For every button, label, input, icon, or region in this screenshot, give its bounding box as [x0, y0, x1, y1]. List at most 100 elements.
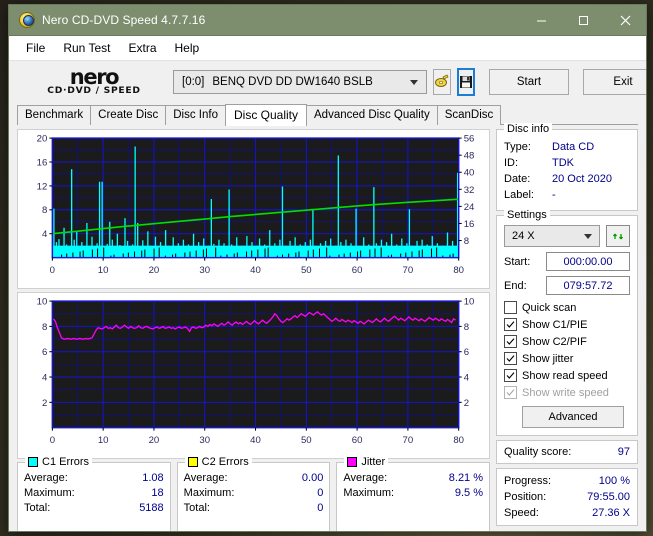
svg-text:4: 4: [42, 229, 48, 240]
c1-total-label: Total:: [24, 502, 51, 514]
svg-text:4: 4: [42, 372, 48, 383]
checkbox-label: Quick scan: [522, 301, 577, 314]
title-bar: Nero CD-DVD Speed 4.7.7.16: [9, 5, 646, 36]
disc-quality-panel: 4 8 12 16 20 8 16 24 32 40 48 56 0 10 20 30 40 50 60 70 80 2…: [9, 123, 646, 531]
c1-maximum-value: 18: [151, 487, 164, 499]
svg-text:4: 4: [464, 372, 470, 383]
c1-average-value: 1.08: [142, 472, 164, 484]
svg-text:0: 0: [50, 265, 55, 276]
svg-text:60: 60: [352, 265, 363, 276]
checkbox-show-c2-pif[interactable]: Show C2/PIF: [504, 333, 630, 350]
svg-text:12: 12: [37, 181, 48, 192]
c2-total-row: Total: 0: [184, 501, 324, 516]
disc-label-value: -: [552, 189, 556, 201]
svg-text:8: 8: [42, 322, 47, 333]
c1-maximum-row: Maximum: 18: [24, 486, 164, 501]
svg-text:24: 24: [464, 202, 475, 213]
statistics-row: C1 Errors Average: 1.08 Maximum: 18 Tota…: [17, 456, 491, 531]
chevron-down-icon: [410, 79, 418, 85]
checkbox-quick-scan[interactable]: Quick scan: [504, 299, 630, 316]
svg-text:60: 60: [352, 435, 363, 446]
checkbox-label: Show C1/PIE: [522, 318, 588, 331]
refresh-icon[interactable]: [606, 225, 630, 247]
svg-text:80: 80: [453, 265, 464, 276]
end-input[interactable]: 079:57.72: [546, 276, 630, 295]
c2-total-value: 0: [317, 502, 324, 514]
start-label: Start:: [504, 255, 531, 268]
quality-score-value: 97: [617, 446, 630, 458]
svg-text:50: 50: [301, 265, 312, 276]
c1-errors-label: C1 Errors: [42, 456, 90, 468]
checkbox-show-c1-pie[interactable]: Show C1/PIE: [504, 316, 630, 333]
c1-average-label: Average:: [24, 472, 68, 484]
menu-item-extra[interactable]: Extra: [119, 38, 165, 58]
jitter-label: Jitter: [361, 456, 386, 468]
svg-text:40: 40: [464, 168, 475, 179]
eject-disc-icon[interactable]: [433, 69, 451, 95]
svg-text:16: 16: [464, 219, 475, 230]
svg-text:70: 70: [403, 435, 414, 446]
drive-name: BENQ DVD DD DW1640 BSLB: [212, 76, 373, 88]
tab-create-disc[interactable]: Create Disc: [90, 105, 167, 125]
speed-value: 27.36 X: [592, 507, 630, 519]
exit-button[interactable]: Exit: [583, 69, 646, 95]
c2-errors-label: C2 Errors: [201, 456, 249, 468]
disc-id-row: ID: TDK: [504, 155, 630, 171]
c1-maximum-label: Maximum:: [24, 487, 75, 499]
checkbox-show-read-speed[interactable]: Show read speed: [504, 367, 630, 384]
position-label: Position:: [504, 491, 547, 503]
chevron-down-icon: [584, 233, 592, 239]
save-floppy-icon[interactable]: [457, 68, 475, 96]
svg-text:10: 10: [98, 265, 109, 276]
jitter-chart: 2 4 6 8 10 2 4 6 8 10 0 10 20 30 40 50 60 70 80: [17, 292, 490, 459]
c1-average-row: Average: 1.08: [24, 471, 164, 486]
tab-disc-quality[interactable]: Disc Quality: [225, 104, 308, 126]
start-button[interactable]: Start: [489, 69, 569, 95]
position-row: Position: 79:55.00: [502, 489, 632, 505]
c1-total-value: 5188: [139, 502, 164, 514]
minimize-icon[interactable]: [520, 6, 562, 35]
svg-text:80: 80: [453, 435, 464, 446]
tab-scandisc[interactable]: ScanDisc: [436, 105, 502, 125]
disc-label-label: Label:: [504, 189, 534, 201]
close-icon[interactable]: [604, 6, 646, 35]
start-input[interactable]: 000:00.00: [546, 252, 630, 271]
svg-text:40: 40: [250, 435, 261, 446]
menu-item-run-test[interactable]: Run Test: [54, 38, 119, 58]
svg-text:56: 56: [464, 134, 475, 145]
speed-select[interactable]: 24 X: [504, 225, 600, 247]
svg-text:48: 48: [464, 151, 475, 162]
drive-select[interactable]: [0:0] BENQ DVD DD DW1640 BSLB: [173, 70, 427, 94]
speed-row: Speed: 27.36 X: [502, 505, 632, 521]
checkbox-show-write-speed: Show write speed: [504, 384, 630, 401]
logo-subtitle: CD·DVD ∕ SPEED: [47, 85, 141, 96]
svg-text:8: 8: [464, 236, 469, 247]
tab-disc-info[interactable]: Disc Info: [165, 105, 226, 125]
checkbox-label: Show read speed: [522, 369, 608, 382]
tab-benchmark[interactable]: Benchmark: [17, 105, 92, 125]
c2-average-row: Average: 0.00: [184, 471, 324, 486]
disc-type-value: Data CD: [552, 141, 595, 153]
svg-text:0: 0: [50, 435, 55, 446]
position-value: 79:55.00: [587, 491, 630, 503]
c1-color-swatch: [28, 457, 38, 467]
quality-score-panel: Quality score: 97: [496, 440, 638, 464]
advanced-button[interactable]: Advanced: [522, 406, 624, 428]
jitter-legend: Jitter: [344, 456, 389, 468]
svg-text:8: 8: [464, 322, 469, 333]
svg-text:8: 8: [42, 205, 47, 216]
menu-item-file[interactable]: File: [17, 38, 54, 58]
svg-text:20: 20: [149, 265, 160, 276]
jitter-maximum-label: Maximum:: [343, 487, 395, 499]
c2-errors-stats: C2 Errors Average: 0.00 Maximum: 0 Total…: [176, 456, 331, 531]
menu-item-help[interactable]: Help: [166, 38, 209, 58]
progress-panel: Progress: 100 % Position: 79:55.00 Speed…: [496, 468, 638, 526]
maximize-icon[interactable]: [562, 6, 604, 35]
c2-average-value: 0.00: [301, 472, 324, 484]
tab-advanced-disc-quality[interactable]: Advanced Disc Quality: [306, 105, 438, 125]
disc-icon: [19, 12, 35, 28]
checkbox-show-jitter[interactable]: Show jitter: [504, 350, 630, 367]
jitter-stats: Jitter Average: 8.21 % Maximum: 9.5 %: [336, 456, 491, 531]
start-field-row: Start: 000:00.00: [504, 252, 630, 271]
disc-date-label: Date:: [504, 173, 531, 185]
